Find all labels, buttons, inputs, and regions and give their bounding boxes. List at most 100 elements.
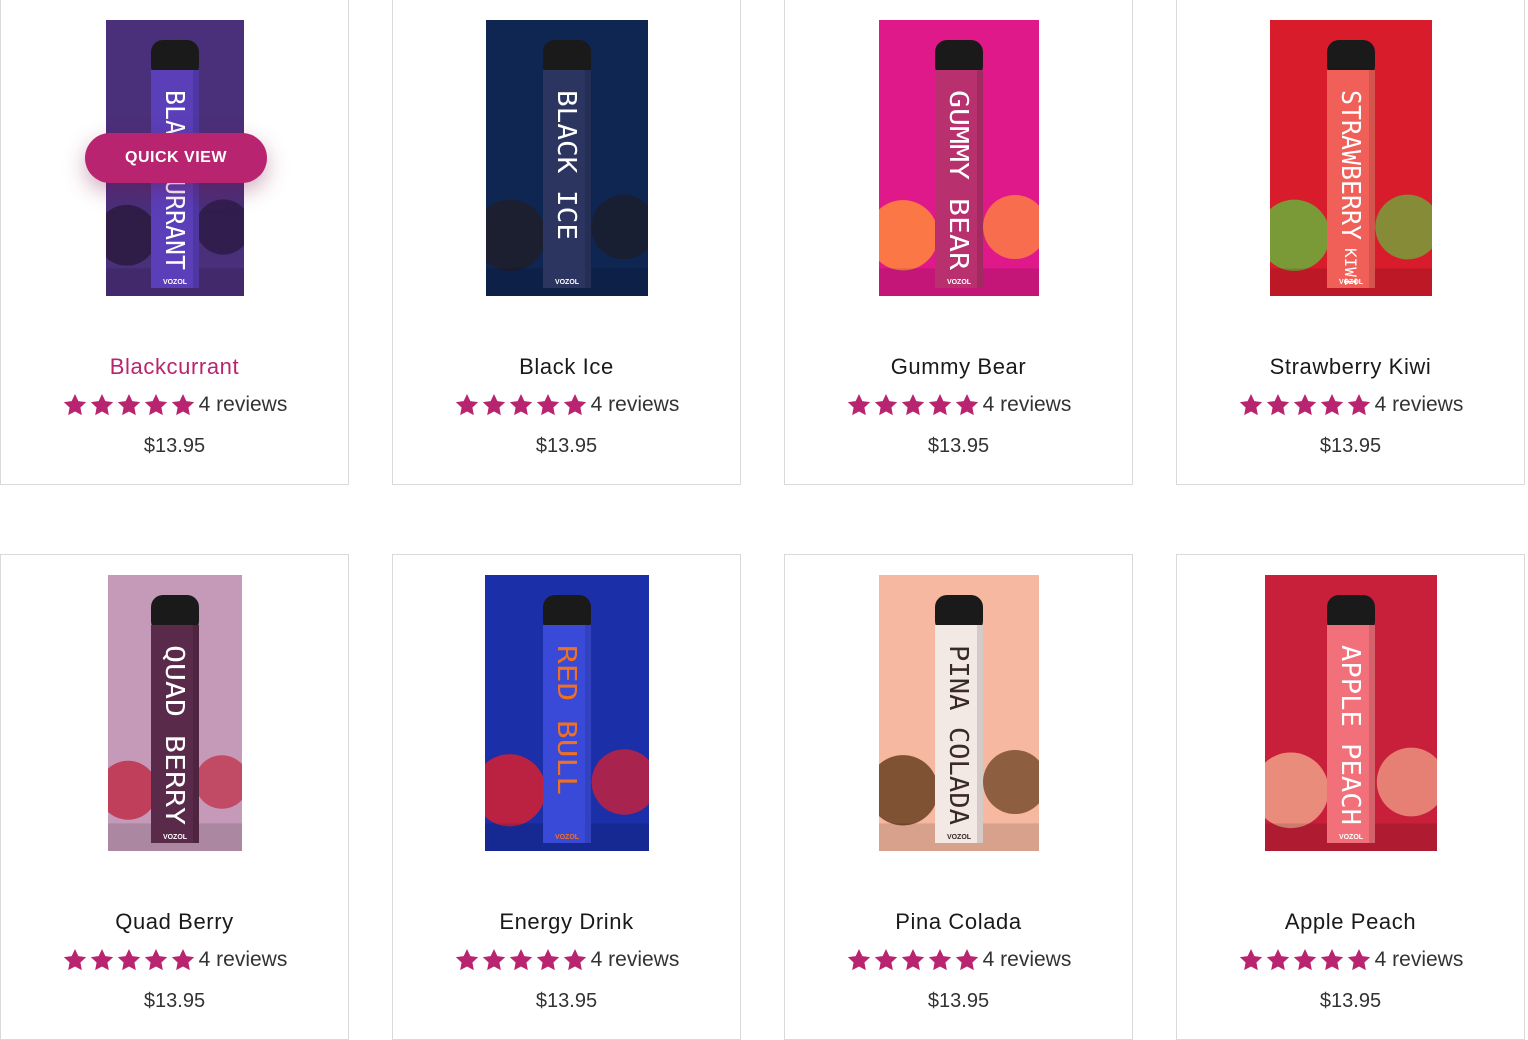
product-card[interactable]: BLACK ICE VOZOL Black Ice 4 reviews $13.95 xyxy=(392,0,741,485)
product-card[interactable]: GUMMY BEAR VOZOL Gummy Bear 4 reviews $13.95 xyxy=(784,0,1133,485)
pen-brand-text: VOZOL xyxy=(1338,279,1363,286)
star-icon xyxy=(536,393,559,416)
product-price: $13.95 xyxy=(927,435,990,457)
star-icon xyxy=(144,393,167,416)
star-icon xyxy=(874,948,897,971)
star-icon xyxy=(171,393,194,416)
product-rating: 4 reviews xyxy=(393,947,740,973)
product-price: $13.95 xyxy=(535,990,598,1012)
product-rating: 4 reviews xyxy=(1,947,348,973)
star-icon xyxy=(90,393,113,416)
product-rating: 4 reviews xyxy=(1177,392,1524,418)
product-price: $13.95 xyxy=(143,990,206,1012)
review-count[interactable]: 4 reviews xyxy=(1375,948,1464,972)
pen-flavor-text: PINA COLADA xyxy=(943,645,973,825)
product-card[interactable]: RED BULL VOZOL Energy Drink 4 reviews $13.95 xyxy=(392,554,741,1040)
product-card[interactable]: PINA COLADA VOZOL Pina Colada 4 reviews $13.… xyxy=(784,554,1133,1040)
pen-brand-text: VOZOL xyxy=(1338,834,1363,841)
pen-flavor-text: QUAD BERRY xyxy=(159,645,189,825)
star-icon xyxy=(90,948,113,971)
product-title[interactable]: Black Ice xyxy=(393,354,740,380)
star-rating xyxy=(846,947,980,973)
product-rating: 4 reviews xyxy=(785,392,1132,418)
star-icon xyxy=(874,393,897,416)
product-title[interactable]: Quad Berry xyxy=(1,909,348,935)
product-rating: 4 reviews xyxy=(393,392,740,418)
star-icon xyxy=(1347,393,1370,416)
star-icon xyxy=(847,393,870,416)
product-rating: 4 reviews xyxy=(1177,947,1524,973)
review-count[interactable]: 4 reviews xyxy=(983,393,1072,417)
product-image[interactable]: GUMMY BEAR VOZOL xyxy=(878,20,1039,296)
star-icon xyxy=(117,393,140,416)
product-title[interactable]: Energy Drink xyxy=(393,909,740,935)
star-icon xyxy=(171,948,194,971)
star-rating xyxy=(454,392,588,418)
pen-flavor-text: GUMMY BEAR xyxy=(943,90,973,270)
star-rating xyxy=(1238,392,1372,418)
star-icon xyxy=(1293,948,1316,971)
star-icon xyxy=(455,393,478,416)
pen-brand-text: VOZOL xyxy=(162,279,187,286)
product-title[interactable]: Apple Peach xyxy=(1177,909,1524,935)
product-price: $13.95 xyxy=(535,435,598,457)
product-price: $13.95 xyxy=(927,990,990,1012)
review-count[interactable]: 4 reviews xyxy=(199,393,288,417)
star-icon xyxy=(482,948,505,971)
star-icon xyxy=(1266,948,1289,971)
star-icon xyxy=(1320,948,1343,971)
star-icon xyxy=(509,393,532,416)
review-count[interactable]: 4 reviews xyxy=(983,948,1072,972)
product-title[interactable]: Strawberry Kiwi xyxy=(1177,354,1524,380)
review-count[interactable]: 4 reviews xyxy=(199,948,288,972)
product-title[interactable]: Pina Colada xyxy=(785,909,1132,935)
star-rating xyxy=(846,392,980,418)
star-icon xyxy=(482,393,505,416)
star-icon xyxy=(955,948,978,971)
star-icon xyxy=(509,948,532,971)
product-image[interactable]: RED BULL VOZOL xyxy=(484,575,649,851)
pen-flavor-text: RED BULL xyxy=(551,645,581,795)
product-image[interactable]: PINA COLADA VOZOL xyxy=(878,575,1039,851)
star-rating xyxy=(62,392,196,418)
star-icon xyxy=(1347,948,1370,971)
star-icon xyxy=(847,948,870,971)
star-rating xyxy=(62,947,196,973)
product-card[interactable]: BLACKCURRANT VOZOL QUICK VIEW Blackcurrant 4… xyxy=(0,0,349,485)
pen-brand-text: VOZOL xyxy=(554,279,579,286)
review-count[interactable]: 4 reviews xyxy=(591,948,680,972)
star-icon xyxy=(63,948,86,971)
pen-flavor-text: APPLE PEACH xyxy=(1335,645,1365,825)
star-icon xyxy=(536,948,559,971)
star-icon xyxy=(63,393,86,416)
review-count[interactable]: 4 reviews xyxy=(591,393,680,417)
product-card[interactable]: STRAWBERRY KIWI VOZOL Strawberry Kiwi 4 revi… xyxy=(1176,0,1525,485)
product-image[interactable]: BLACK ICE VOZOL xyxy=(485,20,648,296)
product-card[interactable]: APPLE PEACH VOZOL Apple Peach 4 reviews $13.… xyxy=(1176,554,1525,1040)
product-image[interactable]: STRAWBERRY KIWI VOZOL xyxy=(1269,20,1432,296)
pen-brand-text: VOZOL xyxy=(554,834,579,841)
product-title[interactable]: Gummy Bear xyxy=(785,354,1132,380)
star-icon xyxy=(1239,393,1262,416)
pen-brand-text: VOZOL xyxy=(946,279,971,286)
product-image[interactable]: QUAD BERRY VOZOL xyxy=(107,575,242,851)
quick-view-button[interactable]: QUICK VIEW xyxy=(85,133,267,183)
product-card[interactable]: QUAD BERRY VOZOL Quad Berry 4 reviews $13.95 xyxy=(0,554,349,1040)
star-icon xyxy=(563,393,586,416)
pen-brand-text: VOZOL xyxy=(162,834,187,841)
pen-brand-text: VOZOL xyxy=(946,834,971,841)
product-image[interactable]: APPLE PEACH VOZOL xyxy=(1264,575,1437,851)
star-icon xyxy=(1266,393,1289,416)
star-icon xyxy=(117,948,140,971)
review-count[interactable]: 4 reviews xyxy=(1375,393,1464,417)
pen-flavor-text: STRAWBERRY xyxy=(1335,90,1365,240)
star-icon xyxy=(928,948,951,971)
product-title[interactable]: Blackcurrant xyxy=(1,354,348,380)
star-icon xyxy=(901,393,924,416)
pen-flavor-text: BLACK ICE xyxy=(551,90,581,240)
product-rating: 4 reviews xyxy=(785,947,1132,973)
star-icon xyxy=(955,393,978,416)
star-icon xyxy=(144,948,167,971)
star-rating xyxy=(454,947,588,973)
product-price: $13.95 xyxy=(143,435,206,457)
